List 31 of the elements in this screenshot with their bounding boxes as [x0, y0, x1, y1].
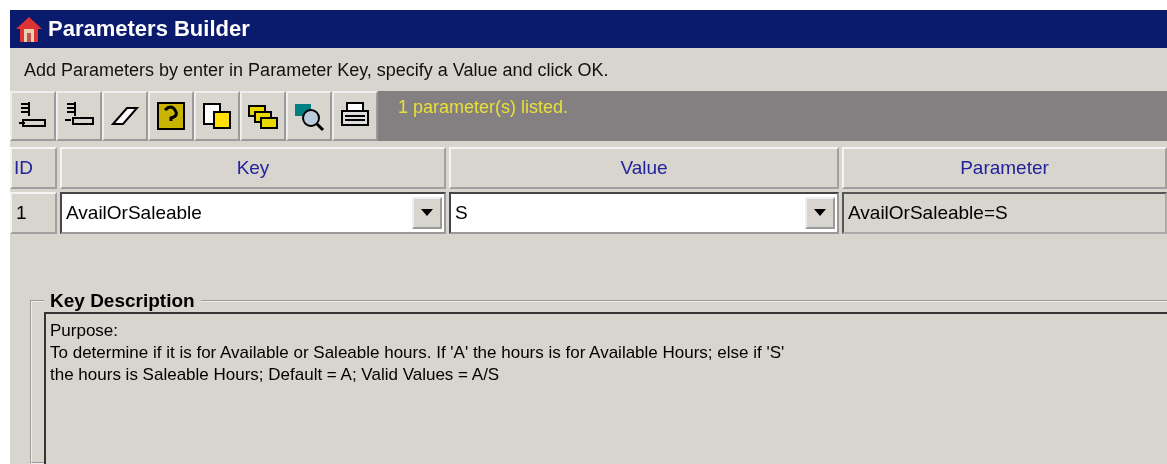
toolbar-button[interactable] [148, 91, 194, 141]
toolbar-button[interactable] [332, 91, 378, 141]
clipboard-icon [201, 100, 233, 132]
toolbar-button[interactable] [240, 91, 286, 141]
value-combo[interactable]: S [449, 192, 839, 234]
dropdown-button[interactable] [805, 197, 835, 229]
caret-icon [421, 209, 433, 217]
toolbar-button[interactable] [286, 91, 332, 141]
column-header[interactable]: Key [60, 147, 446, 189]
toolbar-button[interactable] [10, 91, 56, 141]
window-title: Parameters Builder [10, 10, 1167, 48]
description-line: To determine if it is for Available or Saleable hours. If 'A' the hours is for Available Hours; else if 'S' [50, 342, 786, 364]
dropdown-button[interactable] [412, 197, 442, 229]
key-combo[interactable]: AvailOrSaleable [60, 192, 446, 234]
status-text: 1 parameter(s) listed. [397, 96, 570, 119]
group-title: Key Description [49, 290, 196, 312]
help-icon [155, 100, 187, 132]
toolbar-button[interactable] [102, 91, 148, 141]
column-header[interactable]: Parameter [842, 147, 1167, 189]
house-icon [14, 14, 44, 44]
instruction-text: Add Parameters by enter in Parameter Key, specify a Value and click OK. [23, 59, 610, 82]
column-header[interactable]: Value [449, 147, 839, 189]
column-header[interactable]: ID [10, 147, 57, 189]
parameter-cell: AvailOrSaleable=S [842, 192, 1167, 234]
row-header: 1 [10, 192, 57, 234]
toolbar-button[interactable] [56, 91, 102, 141]
caret-icon [814, 209, 826, 217]
description-line: Purpose: [50, 320, 120, 342]
description-line: the hours is Saleable Hours; Default = A; Valid Values = A/S [50, 364, 501, 386]
toolbar-button[interactable] [194, 91, 240, 141]
description-box[interactable]: Purpose: To determine if it is for Available or Saleable hours. If 'A' the hours is for Available Hours; else if 'S' the hours is Saleable Hours; Default = A; Valid Values = A/S [44, 312, 1167, 464]
